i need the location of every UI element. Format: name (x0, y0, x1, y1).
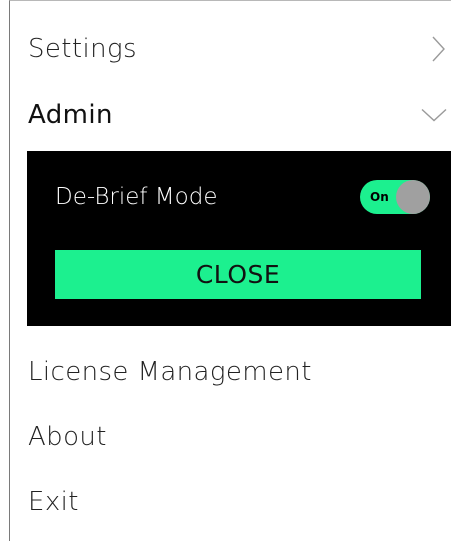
debrief-mode-toggle[interactable]: On (360, 180, 430, 214)
exit-label: Exit (28, 487, 79, 517)
debrief-mode-label: De-Brief Mode (55, 184, 218, 210)
menu-panel: Settings Admin De-Brief Mode On CLOSE Li… (9, 0, 451, 541)
license-management-label: License Management (28, 357, 312, 387)
menu-item-about[interactable]: About (28, 407, 451, 467)
about-label: About (28, 422, 107, 452)
toggle-state-label: On (370, 190, 389, 204)
chevron-down-icon (421, 108, 447, 122)
chevron-right-icon (432, 36, 445, 62)
debrief-mode-row: De-Brief Mode On (55, 177, 436, 217)
admin-panel: De-Brief Mode On CLOSE (27, 151, 451, 326)
menu-item-settings[interactable]: Settings (28, 19, 451, 79)
menu-item-admin[interactable]: Admin (28, 85, 451, 145)
settings-label: Settings (28, 34, 137, 64)
close-button[interactable]: CLOSE (55, 250, 421, 299)
menu-item-license-management[interactable]: License Management (28, 342, 451, 402)
toggle-knob (396, 180, 430, 214)
menu-item-exit[interactable]: Exit (28, 472, 451, 532)
admin-label: Admin (28, 100, 113, 130)
